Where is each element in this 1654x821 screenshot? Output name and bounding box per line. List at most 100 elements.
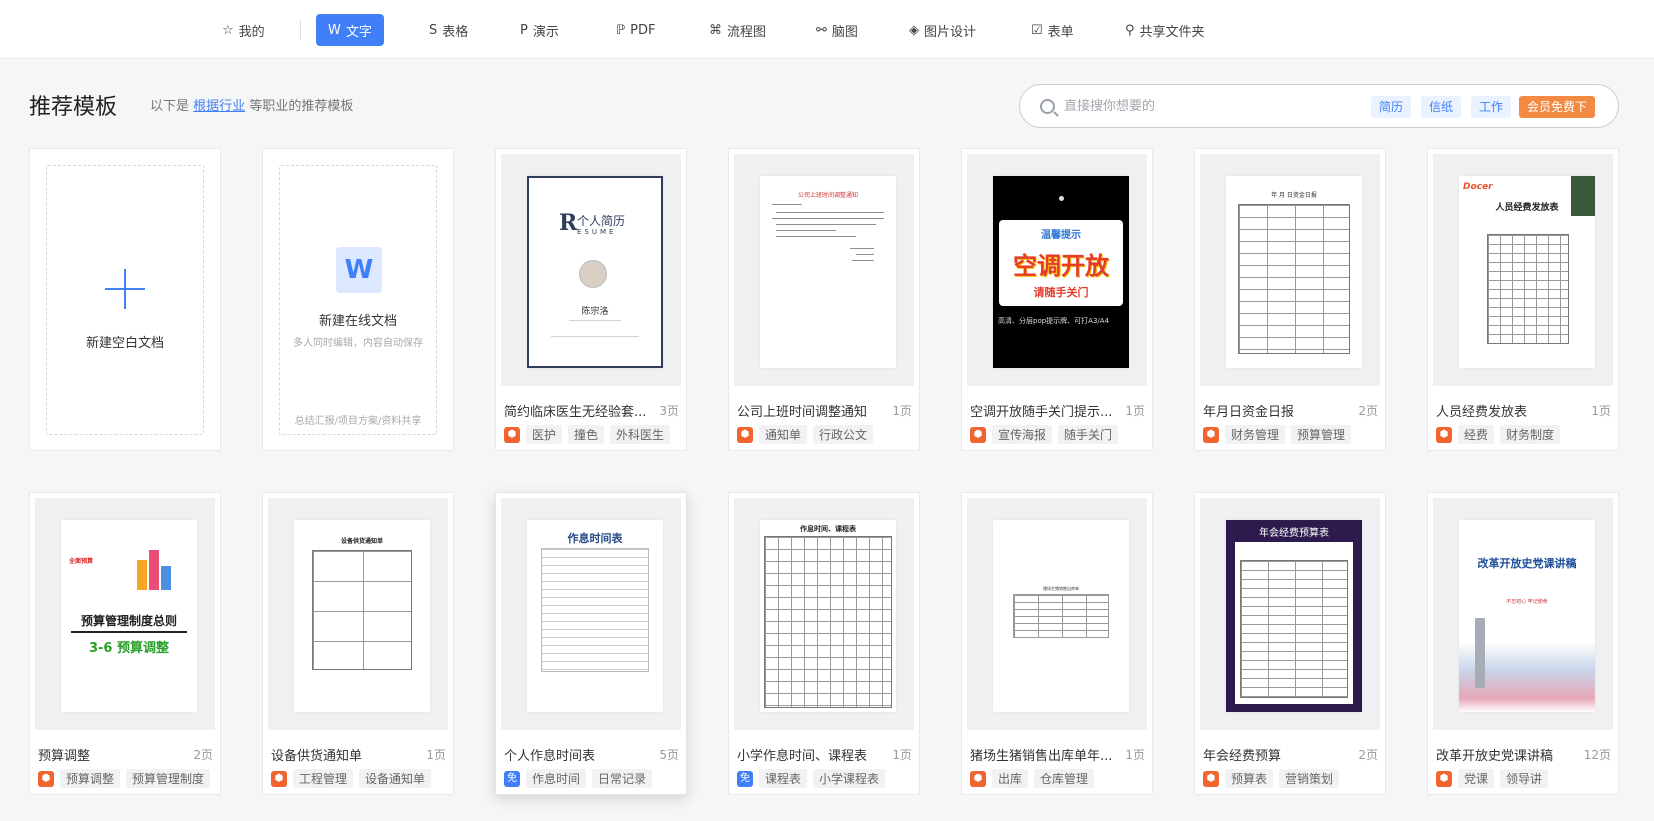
template-tag[interactable]: 预算管理 [1291,425,1352,444]
template-tag[interactable]: 财务管理 [1225,425,1286,444]
new-online-footer: 总结汇报/项目方案/资料共享 [294,416,422,427]
star-icon: ☆ [222,22,234,38]
template-thumbnail: 作息时间、课程表 [734,498,914,730]
hot-tag-letter[interactable]: 信纸 [1421,96,1462,118]
template-title: 简约临床医生无经验套... [504,405,647,420]
template-page-count: 1页 [1591,404,1611,418]
template-card[interactable]: R 个人简历 ESUME 陈宗洛 简约临床医生无经验套... 3页 ⬢ 医护 撞… [495,148,687,451]
template-tag[interactable]: 领导讲 [1500,769,1549,788]
new-online-doc-card[interactable]: W 新建在线文档 多人同时编辑，内容自动保存 总结汇报/项目方案/资料共享 [262,148,454,451]
template-tag[interactable]: 预算调整 [60,769,121,788]
template-tag[interactable]: 日常记录 [592,769,653,788]
thumb-table [1487,234,1569,344]
template-tag[interactable]: 预算表 [1225,769,1274,788]
thumb-page: 改革开放史党课讲稿 不忘初心 牢记使命 [1459,520,1595,712]
template-tag[interactable]: 党课 [1458,769,1495,788]
search-icon [1040,98,1055,114]
template-page-count: 5页 [659,748,679,762]
template-page-count: 12页 [1583,748,1611,762]
template-card[interactable]: 作息时间、课程表 小学作息时间、课程表 1页 免 课程表 小学课程表 [728,492,920,795]
w-doc-icon: W [336,247,382,293]
template-tag[interactable]: 撞色 [568,425,605,444]
template-title: 猪场生猪销售出库单年... [970,749,1113,764]
vip-free-download-tag[interactable]: 会员免费下 [1519,96,1596,118]
thumb-page: 公司上班时间调整通知 [760,176,896,368]
template-thumbnail: Docer 人员经费发放表 [1433,154,1613,386]
template-card[interactable]: 改革开放史党课讲稿 不忘初心 牢记使命 改革开放史党课讲稿 12页 ⬢ 党课 领… [1427,492,1619,795]
industry-link[interactable]: 根据行业 [193,99,245,114]
template-title: 设备供货通知单 [271,749,363,764]
w-doc-icon: W [328,22,341,38]
template-thumbnail: R 个人简历 ESUME 陈宗洛 [501,154,681,386]
template-card[interactable]: 全面预算 预算管理制度总则 3-6 预算调整 预算调整 2页 ⬢ 预算调整 预算… [29,492,221,795]
template-page-count: 1页 [892,748,912,762]
template-card[interactable]: 作息时间表 个人作息时间表 5页 免 作息时间 日常记录 [495,492,687,795]
free-badge-icon: ⬢ [504,426,520,443]
template-title: 年会经费预算 [1203,749,1282,764]
template-tag[interactable]: 课程表 [759,769,808,788]
free-badge-icon: 免 [504,770,520,787]
nav-mindmap[interactable]: ⚯ 脑图 [804,14,870,46]
thumb-page: 年 月 日资金日报 [1226,176,1362,368]
nav-text[interactable]: W 文字 [316,14,384,46]
top-nav: ☆ 我的 W 文字 S 表格 P 演示 ℙ PDF ⌘ 流程图 ⚯ 脑图 ◈ 图… [0,0,1654,59]
hot-tag-work[interactable]: 工作 [1471,96,1512,118]
tag-row: ⬢ 医护 撞色 外科医生 [504,425,671,444]
template-card[interactable]: 年会经费预算表 年会经费预算 2页 ⬢ 预算表 营销策划 [1194,492,1386,795]
template-title: 年月日资金日报 [1203,405,1295,420]
nav-pdf[interactable]: ℙ PDF [604,14,667,46]
template-thumbnail: 全面预算 预算管理制度总则 3-6 预算调整 [35,498,215,730]
nav-image-design[interactable]: ◈ 图片设计 [897,14,988,46]
hot-tag-resume[interactable]: 简历 [1371,96,1412,118]
template-card[interactable]: 公司上班时间调整通知 公司上班时间调整通知 1页 ⬢ 通知单 行政公文 [728,148,920,451]
template-thumbnail: 改革开放史党课讲稿 不忘初心 牢记使命 [1433,498,1613,730]
template-card[interactable]: 年 月 日资金日报 年月日资金日报 2页 ⬢ 财务管理 预算管理 [1194,148,1386,451]
template-tag[interactable]: 营销策划 [1279,769,1340,788]
tag-row: ⬢ 宣传海报 随手关门 [970,425,1119,444]
template-card[interactable]: 温馨提示 空调开放 请随手关门 高清、分层pop提示牌、可打A3/A4 空调开放… [961,148,1153,451]
search-input[interactable] [1064,98,1354,114]
template-tag[interactable]: 医护 [526,425,563,444]
nav-share-folder[interactable]: ⚲ 共享文件夹 [1113,14,1217,46]
template-search: 简历 信纸 工作 会员免费下 [1019,84,1619,128]
template-card[interactable]: 设备供货通知单 设备供货通知单 1页 ⬢ 工程管理 设备通知单 [262,492,454,795]
template-tag[interactable]: 工程管理 [293,769,354,788]
template-page-count: 1页 [426,748,446,762]
thumb-table [1240,560,1348,698]
template-tag[interactable]: 行政公文 [813,425,874,444]
thumb-page: 猪场生猪销售出库单 [993,520,1129,712]
template-tag[interactable]: 作息时间 [526,769,587,788]
free-badge-icon: ⬢ [271,770,287,787]
template-tag[interactable]: 设备通知单 [359,769,432,788]
template-tag[interactable]: 通知单 [759,425,808,444]
nav-slides[interactable]: P 演示 [508,14,571,46]
template-tag[interactable]: 仓库管理 [1034,769,1095,788]
template-title: 个人作息时间表 [504,749,596,764]
template-tag[interactable]: 经费 [1458,425,1495,444]
template-card[interactable]: 猪场生猪销售出库单 猪场生猪销售出库单年... 1页 ⬢ 出库 仓库管理 [961,492,1153,795]
template-tag[interactable]: 外科医生 [610,425,671,444]
template-card[interactable]: Docer 人员经费发放表 人员经费发放表 1页 ⬢ 经费 财务制度 [1427,148,1619,451]
nav-sheet[interactable]: S 表格 [417,14,480,46]
template-title: 改革开放史党课讲稿 [1436,749,1554,764]
thumb-page: 设备供货通知单 [294,520,430,712]
free-badge-icon: 免 [737,770,753,787]
nav-form[interactable]: ☑ 表单 [1019,14,1086,46]
free-badge-icon: ⬢ [1203,426,1219,443]
new-blank-doc-card[interactable]: 新建空白文档 [29,148,221,451]
page-title: 推荐模板 [29,95,118,120]
template-page-count: 2页 [1358,404,1378,418]
template-tag[interactable]: 随手关门 [1058,425,1119,444]
tag-row: ⬢ 党课 领导讲 [1436,769,1549,788]
template-page-count: 1页 [1125,748,1145,762]
template-tag[interactable]: 出库 [992,769,1029,788]
nav-flowchart[interactable]: ⌘ 流程图 [697,14,778,46]
nav-mine[interactable]: ☆ 我的 [210,14,277,46]
free-badge-icon: ⬢ [970,426,986,443]
template-thumbnail: 公司上班时间调整通知 [734,154,914,386]
template-tag[interactable]: 小学课程表 [813,769,886,788]
template-tag[interactable]: 宣传海报 [992,425,1053,444]
template-page-count: 2页 [193,748,213,762]
template-tag[interactable]: 财务制度 [1500,425,1561,444]
template-tag[interactable]: 预算管理制度 [126,769,211,788]
